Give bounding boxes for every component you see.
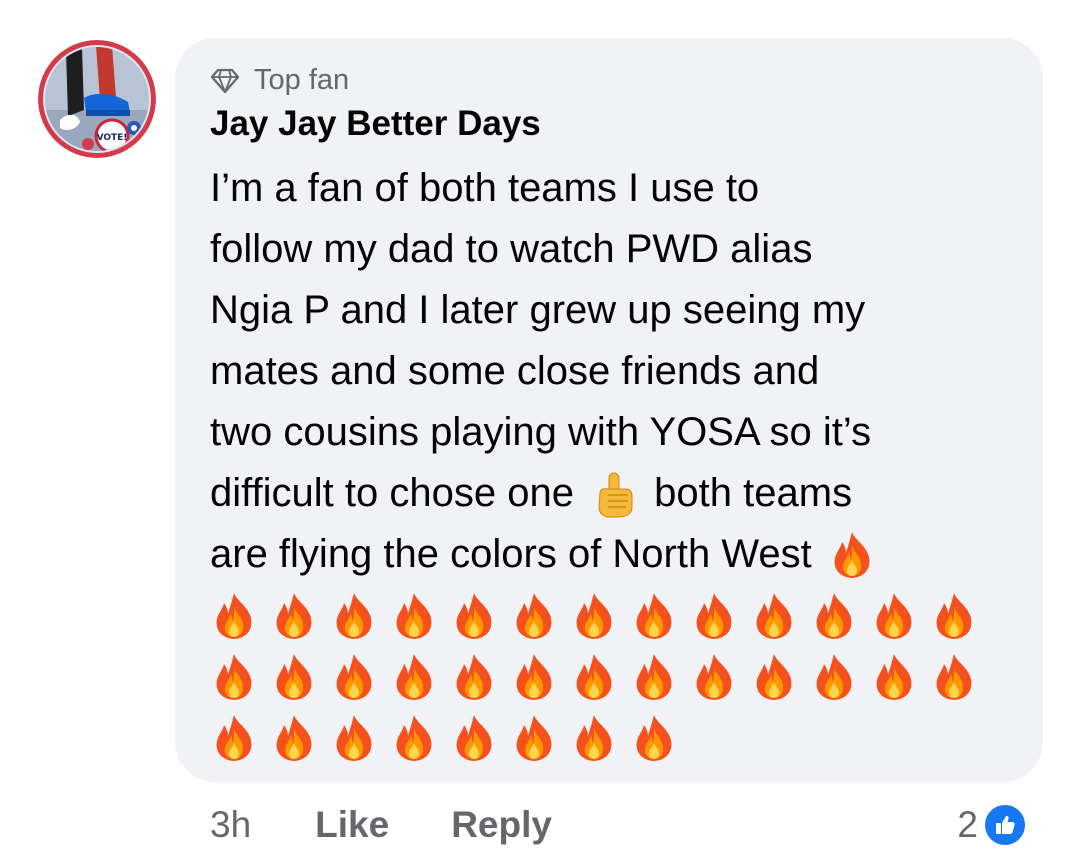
comment-line: Ngia P and I later grew up seeing my [210,288,866,332]
comment-line: mates and some close friends and [210,349,820,393]
fire-emoji [450,591,498,641]
fire-emoji [870,652,918,702]
fire-emoji [690,591,738,641]
fire-emoji [450,713,498,763]
svg-text:VOTE!: VOTE! [97,133,128,143]
diamond-icon [210,65,240,95]
like-button[interactable]: Like [315,804,389,846]
fire-emoji-row [210,707,1010,768]
fire-emoji [630,652,678,702]
fire-emoji [570,591,618,641]
fire-emoji [390,713,438,763]
fire-emoji [630,713,678,763]
fire-emoji [690,652,738,702]
fire-emoji [330,713,378,763]
comment-line: difficult to chose one both teams [210,463,1010,524]
fire-emoji [210,652,258,702]
reply-button[interactable]: Reply [451,804,552,846]
fire-emoji [750,652,798,702]
fire-emoji [570,713,618,763]
top-fan-badge: Top fan [210,62,349,98]
fire-emoji [210,591,258,641]
reaction-summary[interactable]: 2 [957,800,1028,850]
fire-emoji [810,591,858,641]
fire-emoji-row [210,646,1010,707]
timestamp[interactable]: 3h [210,804,251,846]
fire-emoji [390,591,438,641]
fire-emoji [510,591,558,641]
fire-emoji [828,530,876,580]
avatar[interactable]: VOTE! [38,40,156,158]
fire-emoji [270,713,318,763]
fire-emoji [210,713,258,763]
comment-line: follow my dad to watch PWD alias [210,227,813,271]
comment-line: are flying the colors of North West [210,524,1010,585]
fire-emoji [510,713,558,763]
fire-emoji [810,652,858,702]
fire-emoji [870,591,918,641]
fire-emoji [450,652,498,702]
fire-emoji [510,652,558,702]
fire-emoji-row [210,585,1010,646]
fire-emoji [930,652,978,702]
fire-emoji [930,591,978,641]
thumbs-up-icon [982,802,1028,848]
fire-emoji [630,591,678,641]
author-name[interactable]: Jay Jay Better Days [210,104,541,144]
fire-emoji [570,652,618,702]
comment-line: I’m a fan of both teams I use to [210,166,760,210]
fire-emoji [390,652,438,702]
point-up-emoji [590,469,638,519]
reaction-count: 2 [957,804,978,845]
fire-emoji [330,652,378,702]
comment-text: I’m a fan of both teams I use to follow … [210,158,1010,768]
badge-label: Top fan [254,63,350,96]
fire-emoji [330,591,378,641]
comment-line: two cousins playing with YOSA so it’s [210,410,872,454]
fire-emoji [270,652,318,702]
fire-emoji [270,591,318,641]
comment-actions: 3h Like Reply [210,800,552,850]
fire-emoji [750,591,798,641]
